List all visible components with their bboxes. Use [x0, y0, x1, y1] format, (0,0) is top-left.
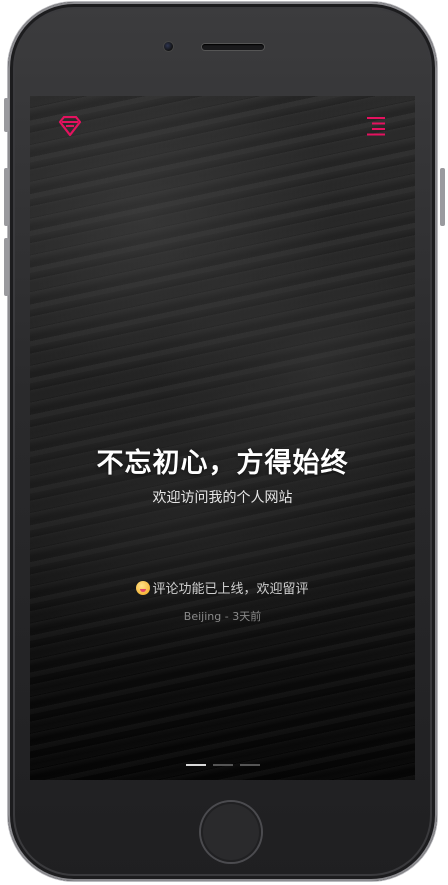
home-button[interactable]	[201, 802, 261, 862]
slide-pager	[30, 764, 415, 766]
gem-logo-icon[interactable]	[58, 115, 82, 137]
hamburger-menu-icon[interactable]	[366, 116, 388, 136]
notice-time: 3天前	[232, 610, 262, 623]
notice-location: Beijing	[183, 610, 222, 623]
tongue-out-emoji-icon	[136, 581, 151, 595]
screen: 不忘初心，方得始终 欢迎访问我的个人网站 评论功能已上线，欢迎留评 Beijin…	[30, 96, 415, 780]
pager-dot-1[interactable]	[185, 764, 206, 766]
pager-dot-3[interactable]	[239, 764, 260, 766]
front-camera	[164, 42, 173, 51]
mute-switch	[4, 98, 9, 132]
pager-dot-2[interactable]	[212, 764, 233, 766]
volume-down-button	[4, 238, 9, 296]
hero-subtitle: 欢迎访问我的个人网站	[152, 490, 293, 506]
notice-meta: Beijing - 3天前	[30, 608, 415, 624]
hero-title: 不忘初心，方得始终	[96, 448, 349, 479]
power-button	[440, 168, 445, 226]
notice-link[interactable]: 评论功能已上线，欢迎留评	[30, 578, 415, 597]
notice-separator: -	[224, 610, 229, 623]
earpiece-speaker	[202, 44, 264, 50]
notice-text: 评论功能已上线，欢迎留评	[152, 582, 309, 597]
volume-up-button	[4, 168, 9, 226]
